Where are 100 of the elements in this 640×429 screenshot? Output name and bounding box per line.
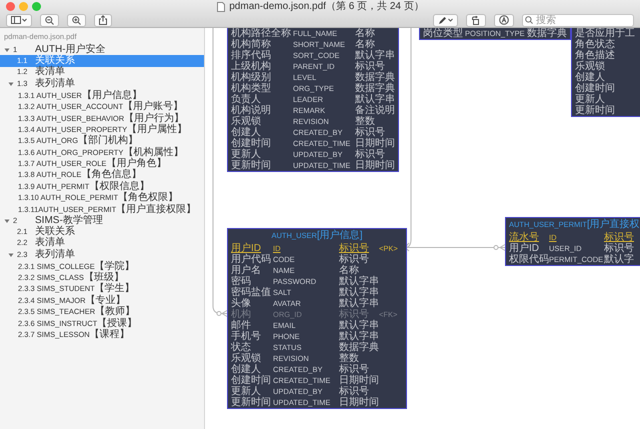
field-type: 日期时间 <box>355 138 395 149</box>
field-name: 用户名 <box>231 265 262 276</box>
field-type: 整数 <box>355 116 376 127</box>
zoom-out-button[interactable] <box>40 14 59 27</box>
field-name: 权限代码 <box>509 254 549 265</box>
annotate-button[interactable] <box>494 14 514 27</box>
search-icon <box>525 16 533 24</box>
disclosure-triangle-icon[interactable] <box>8 252 14 258</box>
field-name: 岗位类型 <box>423 28 464 39</box>
field-type: 标识号 <box>355 61 385 72</box>
field-type: 日期时间 <box>339 375 379 386</box>
field-name: 用户ID <box>231 243 262 254</box>
entity-table[interactable] <box>227 228 407 409</box>
rotate-icon <box>471 16 481 25</box>
markup-pen-button[interactable] <box>433 14 458 27</box>
field-name: 邮件 <box>231 320 251 331</box>
field-name: 用户ID <box>509 243 540 254</box>
sidebar-toggle-button[interactable] <box>6 14 32 27</box>
field-type: 标识号 <box>339 386 370 397</box>
field-name: 用户代码 <box>231 254 272 265</box>
field-name: 创建时间 <box>575 83 616 94</box>
field-type: 名称 <box>339 265 359 276</box>
field-type: 默认字串 <box>339 320 379 331</box>
disclosure-triangle-icon[interactable] <box>4 46 10 53</box>
field-name: 创建人 <box>231 364 262 375</box>
document-icon <box>217 2 226 12</box>
entity-table[interactable] <box>227 28 399 172</box>
field-type: 数据字典 <box>355 83 395 94</box>
tree-item-label: 关联关系 <box>35 226 75 237</box>
annotate-icon <box>499 15 509 26</box>
field-name: 手机号 <box>231 331 262 342</box>
field-name: 机构类型 <box>231 83 272 94</box>
field-type: 标识号 <box>604 243 635 254</box>
field-name: 乐观锁 <box>231 353 262 364</box>
share-icon <box>99 15 107 26</box>
zoom-in-icon <box>72 16 81 25</box>
field-name: 负责人 <box>231 94 262 105</box>
field-type: 默认字串 <box>355 94 395 105</box>
field-name: 机构说明 <box>231 105 272 116</box>
field-type: 标识号 <box>339 243 370 254</box>
field-type: 标识号 <box>355 149 386 160</box>
field-type: 标识号 <box>339 254 370 265</box>
tree-item-label: SIMS-教学管理 <box>35 216 103 226</box>
field-name: 更新时间 <box>231 160 272 171</box>
field-name: 更新人 <box>231 386 262 397</box>
search-field[interactable]: 搜索 <box>522 14 634 27</box>
zoom-out-icon <box>45 16 54 25</box>
field-type: 默认字串 <box>339 287 379 298</box>
field-name: 创建时间 <box>231 138 272 149</box>
field-name: 机构 <box>231 309 252 320</box>
field-name: 创建时间 <box>231 375 272 386</box>
field-name: 上级机构 <box>231 61 272 72</box>
field-name: 排序代码 <box>231 50 272 61</box>
field-name: 更新人 <box>231 149 262 160</box>
tree-item-label: AUTH-用户安全 <box>35 44 106 55</box>
field-type: 备注说明 <box>355 105 395 116</box>
sidebar-icon <box>11 16 21 24</box>
field-name: 乐观锁 <box>575 61 606 72</box>
field-type: 默认字 <box>604 254 635 265</box>
field-name: 角色状态 <box>575 39 616 50</box>
field-name: 创建人 <box>575 72 606 83</box>
pen-icon <box>438 16 447 25</box>
field-type: 名称 <box>355 28 376 39</box>
field-name: 更新时间 <box>231 397 272 408</box>
field-type: 数据字典 <box>339 342 379 353</box>
field-name: 流水号 <box>509 232 540 243</box>
field-type: 默认字串 <box>339 276 379 287</box>
field-type: 整数 <box>339 353 360 364</box>
tree-item-label: 表清单 <box>35 238 65 248</box>
tree-item-label: 关联关系 <box>35 56 75 66</box>
window-title: pdman-demo.json.pdf（第 6 页，共 24 页） <box>229 1 424 12</box>
field-type: 标识号 <box>339 364 370 375</box>
field-name: 密码盐值 <box>231 287 272 298</box>
field-type: 标识号 <box>355 127 386 138</box>
tree-item-label: 表列清单 <box>35 250 75 260</box>
disclosure-triangle-icon[interactable] <box>8 80 14 87</box>
field-name: 头像 <box>231 298 252 309</box>
field-type: 日期时间 <box>339 397 379 408</box>
field-type: 数据字典 <box>355 72 395 83</box>
share-button[interactable] <box>94 14 112 27</box>
tree-item-label: 表清单 <box>35 67 65 78</box>
field-name: 角色描述 <box>575 50 616 61</box>
close-button[interactable] <box>6 2 15 12</box>
field-type: 标识号 <box>604 232 635 243</box>
field-name: 乐观锁 <box>231 116 262 127</box>
rotate-button[interactable] <box>466 14 486 27</box>
field-name: 状态 <box>231 342 252 353</box>
field-type: 日期时间 <box>355 160 395 171</box>
field-name: 机构路径全称 <box>231 28 292 39</box>
disclosure-triangle-icon[interactable] <box>4 218 10 224</box>
zoom-in-button[interactable] <box>67 14 86 27</box>
field-name: 密码 <box>231 276 251 287</box>
caret-icon <box>22 18 27 22</box>
field-type: 默认字串 <box>339 298 379 309</box>
caret-icon <box>448 18 453 22</box>
field-type: 标识号 <box>339 309 370 320</box>
field-name: 更新人 <box>575 94 606 105</box>
field-type: 默认字串 <box>355 50 395 61</box>
tree-item-label: 表列清单 <box>35 78 75 89</box>
field-type: 默认字串 <box>339 331 379 342</box>
